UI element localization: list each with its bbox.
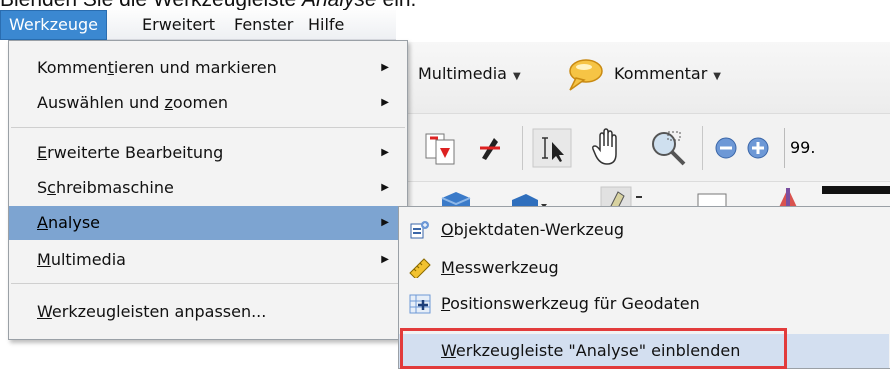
toolbar-separator [522, 126, 523, 170]
menu-item-analyse[interactable]: Analyse ▶ [9, 206, 407, 240]
menu-erweitert[interactable]: Erweitert [134, 10, 223, 40]
label-part: ieren und markieren [113, 58, 277, 77]
label-mnemonic: W [37, 302, 52, 321]
label-part: bjektdaten-Werkzeug [453, 220, 625, 239]
submenu-item-analyse-einblenden[interactable]: Werkzeugleiste "Analyse" einblenden [399, 334, 889, 368]
multimedia-label: Multimedia [418, 64, 507, 83]
label-mnemonic: P [441, 294, 451, 313]
chevron-down-icon: ▼ [512, 71, 521, 82]
menu-separator [11, 283, 405, 284]
zoom-level-field[interactable]: 99. [790, 138, 815, 157]
menu-item-werkzeugleisten-anpassen[interactable]: Werkzeugleisten anpassen... [9, 295, 407, 329]
submenu-item-positionswerkzeug[interactable]: Positionswerkzeug für Geodaten [399, 287, 889, 321]
toolbar-row-tasks: Multimedia ▼ Kommentar ▼ [404, 42, 890, 114]
label-part: esswerkzeug [454, 258, 559, 277]
comment-bubble-icon [569, 59, 603, 91]
label-part: S [37, 178, 48, 197]
zoom-field-border [784, 128, 785, 168]
submenu-arrow-icon: ▶ [381, 254, 389, 265]
zoom-marquee-icon[interactable] [648, 128, 688, 168]
menu-item-schreibmaschine[interactable]: Schreibmaschine ▶ [9, 171, 407, 205]
menu-item-auswaehlen-zoomen[interactable]: Auswählen und zoomen ▶ [9, 86, 407, 120]
zoom-in-icon[interactable] [746, 136, 770, 160]
label-mnemonic: A [37, 213, 48, 232]
toolbar-dark-strip [822, 186, 890, 194]
label-part: erkzeugleisten anpassen... [51, 302, 267, 321]
menu-fenster[interactable]: Fenster [226, 10, 301, 40]
analyse-submenu: Objektdaten-Werkzeug Messwerkzeug Positi… [398, 206, 890, 369]
object-data-icon [410, 221, 429, 239]
menu-item-kommentieren[interactable]: Kommentieren und markieren ▶ [9, 51, 407, 85]
label-mnemonic: W [441, 341, 456, 360]
multimedia-dropdown[interactable]: Multimedia ▼ [418, 64, 521, 83]
label-part: nalyse [47, 213, 100, 232]
label-mnemonic: z [164, 93, 173, 112]
toolbar-separator [702, 126, 703, 170]
menu-item-erweiterte-bearbeitung[interactable]: Erweiterte Bearbeitung ▶ [9, 136, 407, 170]
geo-position-icon [409, 294, 431, 314]
chevron-down-icon: ▼ [713, 71, 721, 82]
label-part: oomen [172, 93, 229, 112]
label-part: rweiterte Bearbeitung [47, 143, 224, 162]
submenu-arrow-icon: ▶ [381, 182, 389, 193]
submenu-item-objektdaten[interactable]: Objektdaten-Werkzeug [399, 213, 889, 247]
label-part: Kommen [37, 58, 108, 77]
pdf-convert-icon [425, 133, 455, 165]
label-mnemonic: E [37, 143, 48, 162]
sign-pen-icon [480, 138, 500, 160]
label-part: ultimedia [50, 250, 126, 269]
label-mnemonic: M [441, 258, 455, 277]
zoom-out-icon[interactable] [714, 136, 738, 160]
label-mnemonic: O [441, 220, 454, 239]
submenu-arrow-icon: ▶ [381, 217, 389, 228]
submenu-arrow-icon: ▶ [381, 97, 389, 108]
submenu-arrow-icon: ▶ [381, 147, 389, 158]
submenu-item-messwerkzeug[interactable]: Messwerkzeug [399, 251, 889, 285]
menu-bar: Werkzeuge Erweitert Fenster Hilfe [0, 10, 396, 40]
ruler-icon [409, 258, 431, 278]
label-part: hreibmaschine [55, 178, 174, 197]
label-part: Auswählen und [37, 93, 165, 112]
submenu-arrow-icon: ▶ [381, 62, 389, 73]
werkzeuge-menu: Kommentieren und markieren ▶ Auswählen u… [8, 40, 408, 340]
kommentar-dropdown[interactable]: Kommentar ▼ [614, 64, 721, 83]
toolbar-row-tools: 99. [404, 114, 890, 182]
hand-icon[interactable] [590, 128, 626, 168]
menu-separator [11, 127, 405, 128]
label-part: ositionswerkzeug für Geodaten [450, 294, 700, 313]
label-part: erkzeugleiste "Analyse" einblenden [455, 341, 741, 360]
label-mnemonic: c [47, 178, 56, 197]
label-mnemonic: M [37, 250, 51, 269]
kommentar-label: Kommentar [614, 64, 708, 83]
menu-hilfe[interactable]: Hilfe [300, 10, 352, 40]
menu-werkzeuge[interactable]: Werkzeuge [0, 10, 107, 40]
select-text-icon[interactable] [532, 128, 572, 168]
menu-item-multimedia[interactable]: Multimedia ▶ [9, 243, 407, 277]
